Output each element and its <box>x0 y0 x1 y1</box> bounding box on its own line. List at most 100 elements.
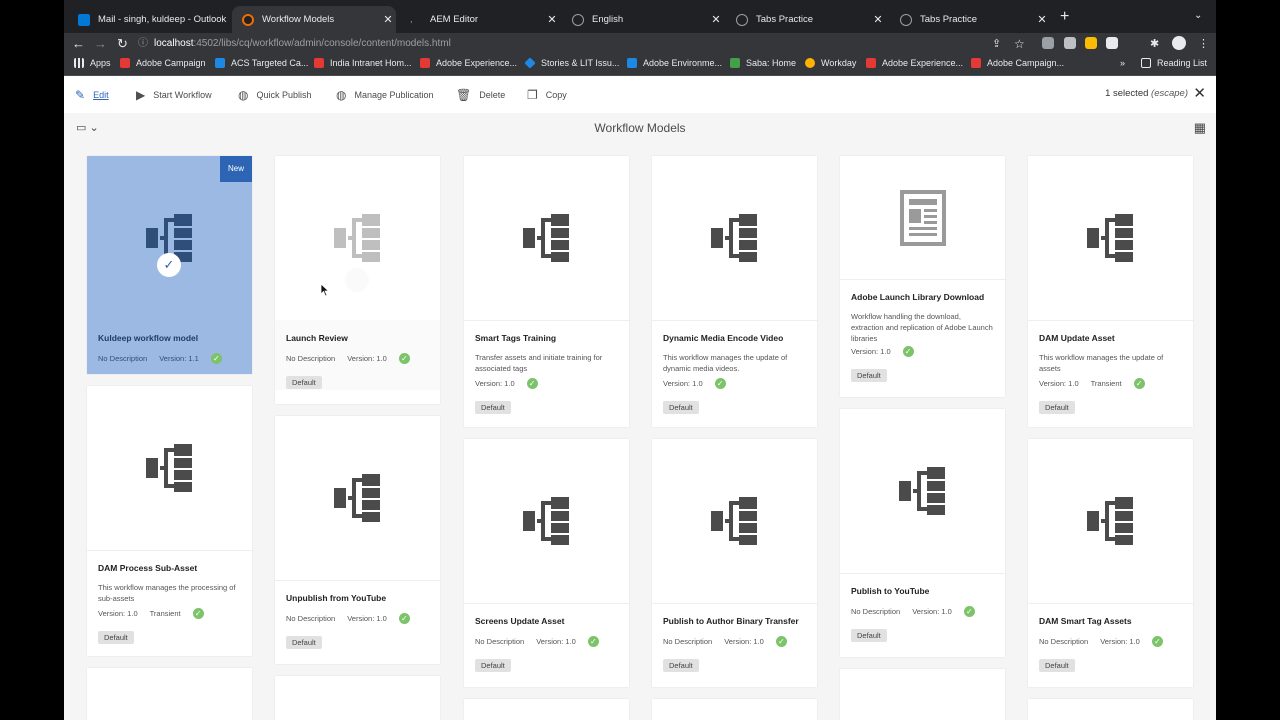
title-bar: ▭ ⌄ Workflow Models ▦ <box>64 113 1216 142</box>
start-workflow-button[interactable]: ▶ Start Workflow <box>136 88 212 102</box>
camera-extension-icon[interactable] <box>1064 37 1076 49</box>
jira-icon <box>524 57 536 69</box>
reload-icon[interactable]: ↻ <box>117 36 128 52</box>
browser-tab-active[interactable]: Workflow Models ✕ <box>232 6 396 33</box>
view-switcher-icon[interactable]: ▦ <box>1194 120 1206 136</box>
close-tab-icon[interactable]: ✕ <box>380 13 396 26</box>
tab-search-icon[interactable]: ⌄ <box>1194 10 1202 21</box>
card-dam-process-sub-asset[interactable]: DAM Process Sub-Asset This workflow mana… <box>87 386 252 656</box>
close-tab-icon[interactable]: ✕ <box>1034 13 1050 26</box>
card-dynamic-media-encode-video[interactable]: Dynamic Media Encode Video This workflow… <box>652 156 817 427</box>
url-field[interactable]: ⓘ localhost:4502/libs/cq/workflow/admin/c… <box>138 35 1038 53</box>
tab-title: English <box>592 14 624 25</box>
info-icon[interactable]: ⓘ <box>138 38 148 49</box>
copy-icon: ❐ <box>527 88 538 102</box>
card-partial[interactable] <box>275 676 440 720</box>
address-bar-row: ← → ↻ ⓘ localhost:4502/libs/cq/workflow/a… <box>64 33 1216 55</box>
default-tag: Default <box>475 659 511 672</box>
enabled-check-icon: ✓ <box>587 636 599 647</box>
apps-grid-icon <box>74 58 84 68</box>
extension-icon[interactable] <box>1042 37 1054 49</box>
close-tab-icon[interactable]: ✕ <box>544 13 560 26</box>
card-body: Publish to Author Binary Transfer No Des… <box>652 604 817 673</box>
back-icon[interactable]: ← <box>72 36 85 52</box>
card-kuldeep-workflow-model[interactable]: ✓ New Kuldeep workflow model No Descript… <box>87 156 252 374</box>
reading-list[interactable]: Reading List <box>1141 58 1207 68</box>
workflow-icon <box>1086 497 1133 545</box>
card-thumbnail <box>1028 439 1193 604</box>
card-title: Dynamic Media Encode Video <box>663 333 784 343</box>
card-partial[interactable] <box>87 668 252 720</box>
card-meta: Version: 1.0 Transient ✓ <box>98 608 241 619</box>
bookmark-item[interactable]: Saba: Home <box>730 58 796 68</box>
default-tag: Default <box>663 659 699 672</box>
extension-icon[interactable] <box>1106 37 1118 49</box>
card-title: Adobe Launch Library Download <box>851 292 985 302</box>
bookmark-item[interactable]: Adobe Campaign... <box>971 58 1064 68</box>
default-tag: Default <box>851 369 887 382</box>
card-thumbnail <box>652 439 817 604</box>
card-partial[interactable] <box>652 699 817 720</box>
puzzle-icon[interactable]: ✱ <box>1150 36 1159 52</box>
close-selection-icon[interactable]: ✕ <box>1193 84 1206 102</box>
default-tag: Default <box>98 631 134 644</box>
copy-button[interactable]: ❐ Copy <box>527 88 567 102</box>
forward-icon[interactable]: → <box>94 36 107 52</box>
extension-icon[interactable] <box>1085 37 1097 49</box>
bookmark-star-icon[interactable]: ☆ <box>1014 36 1025 52</box>
browser-window: Mail - singh, kuldeep - Outlook Workflow… <box>64 0 1216 720</box>
bookmark-item[interactable]: ACS Targeted Ca... <box>215 58 308 68</box>
card-publish-to-author-binary-transfer[interactable]: Publish to Author Binary Transfer No Des… <box>652 439 817 687</box>
avatar[interactable] <box>1172 36 1186 50</box>
bookmark-item[interactable]: Adobe Experience... <box>866 58 963 68</box>
card-description: This workflow manages the update of asse… <box>1039 353 1164 373</box>
delete-button[interactable]: 🗑 Delete <box>456 88 505 102</box>
bookmark-item[interactable]: Adobe Experience... <box>420 58 517 68</box>
card-title: DAM Process Sub-Asset <box>98 563 198 573</box>
bookmark-item[interactable]: Adobe Campaign <box>120 58 206 68</box>
bookmark-item[interactable]: Stories & LIT Issu... <box>524 57 619 69</box>
browser-tab[interactable]: Mail - singh, kuldeep - Outlook <box>68 6 228 33</box>
enabled-check-icon: ✓ <box>192 608 204 619</box>
card-body: Unpublish from YouTube No Description Ve… <box>275 581 440 650</box>
bookmark-item[interactable]: Workday <box>805 58 856 68</box>
select-check-icon[interactable] <box>345 268 369 292</box>
card-dam-update-asset[interactable]: DAM Update Asset This workflow manages t… <box>1028 156 1193 427</box>
card-body: Screens Update Asset No Description Vers… <box>464 604 629 673</box>
browser-tab[interactable]: Tabs Practice ✕ <box>726 6 886 33</box>
new-tab-button[interactable]: + <box>1060 8 1069 26</box>
close-tab-icon[interactable]: ✕ <box>870 13 886 26</box>
card-screens-update-asset[interactable]: Screens Update Asset No Description Vers… <box>464 439 629 687</box>
close-tab-icon[interactable]: ✕ <box>708 13 724 26</box>
enabled-check-icon: ✓ <box>714 378 726 389</box>
card-title: Publish to YouTube <box>851 586 930 596</box>
bookmark-apps[interactable]: Apps <box>74 58 111 68</box>
edit-button[interactable]: ✎ Edit <box>75 88 109 102</box>
share-icon[interactable]: ⇪ <box>992 36 1001 52</box>
card-partial[interactable] <box>840 669 1005 720</box>
enabled-check-icon: ✓ <box>1133 378 1145 389</box>
enabled-check-icon: ✓ <box>775 636 787 647</box>
bookmark-item[interactable]: Adobe Environme... <box>627 58 722 68</box>
card-dam-smart-tag-assets[interactable]: DAM Smart Tag Assets No Description Vers… <box>1028 439 1193 687</box>
card-smart-tags-training[interactable]: Smart Tags Training Transfer assets and … <box>464 156 629 427</box>
card-publish-to-youtube[interactable]: Publish to YouTube No Description Versio… <box>840 409 1005 657</box>
selected-check-icon[interactable]: ✓ <box>157 253 181 277</box>
card-launch-review[interactable]: Launch Review No Description Version: 1.… <box>275 156 440 404</box>
card-description: Workflow handling the download, extracti… <box>851 312 993 343</box>
selection-count: 1 selected (escape) <box>1105 88 1188 99</box>
card-unpublish-from-youtube[interactable]: Unpublish from YouTube No Description Ve… <box>275 416 440 664</box>
bookmark-item[interactable]: India Intranet Hom... <box>314 58 412 68</box>
manage-publication-button[interactable]: ◍ Manage Publication <box>336 88 434 102</box>
browser-tab[interactable]: Tabs Practice ✕ <box>890 6 1050 33</box>
card-partial[interactable] <box>1028 699 1193 720</box>
more-bookmarks-icon[interactable]: » <box>1120 58 1125 68</box>
menu-kebab-icon[interactable]: ⋮ <box>1198 36 1209 52</box>
browser-tab[interactable]: , AEM Editor ✕ <box>400 6 560 33</box>
card-adobe-launch-library-download[interactable]: Adobe Launch Library Download Workflow h… <box>840 156 1005 397</box>
card-partial[interactable] <box>464 699 629 720</box>
globe-icon <box>572 13 584 26</box>
browser-tab[interactable]: English ✕ <box>562 6 724 33</box>
quick-publish-button[interactable]: ◍ Quick Publish <box>238 88 312 102</box>
tab-title: Workflow Models <box>262 14 335 25</box>
